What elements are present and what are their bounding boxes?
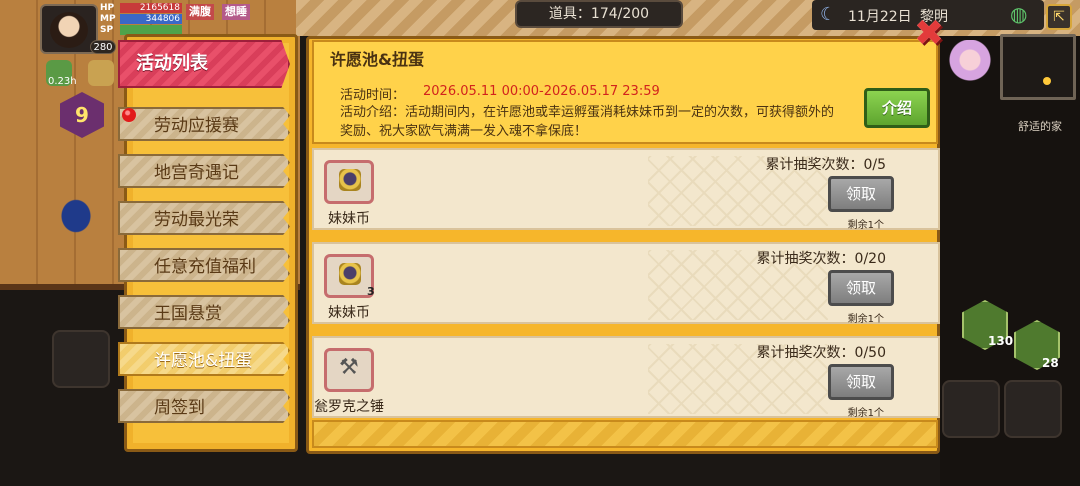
draw-progress: 累计抽奖次数：0/20 <box>756 251 886 267</box>
shield-buff-icon[interactable] <box>88 60 114 86</box>
date-label: 11月22日 <box>848 9 912 25</box>
event-description: 活动介绍：活动期间内，在许愿池或幸运孵蛋消耗妹妹币到一定的次数，可获得额外的奖励… <box>340 105 835 139</box>
exit-icon[interactable]: ⇱ <box>1046 4 1072 30</box>
reward-row: ⚒ 瓮罗克之锤 累计抽奖次数：0/50 领取 剩余1个 <box>312 336 940 419</box>
buff-cooldown: 0.23h <box>48 76 77 87</box>
mp-bar: MP 344806 <box>100 14 182 24</box>
tab-wishing-pool[interactable]: 许愿池&扭蛋 <box>118 342 290 376</box>
reward-item-slot[interactable]: ⚒ <box>324 348 374 392</box>
tab-labor-glory[interactable]: 劳动最光荣 <box>118 201 290 235</box>
event-title: 许愿池&扭蛋 <box>330 50 424 69</box>
claim-button[interactable]: 领取 <box>828 270 894 306</box>
player-marker-icon <box>1043 77 1051 85</box>
item-stack-count: 130 <box>988 334 1014 348</box>
beetle-pet-icon <box>58 196 94 236</box>
dpad-left-control[interactable] <box>52 330 110 388</box>
tab-recharge-bonus[interactable]: 任意充值福利 <box>118 248 290 282</box>
reward-item-name: 妹妹币 <box>328 211 370 227</box>
moon-icon: ☾ <box>820 4 837 25</box>
claim-button[interactable]: 领取 <box>828 176 894 212</box>
weapon-slot-sword[interactable] <box>942 380 1000 438</box>
network-icon[interactable]: ◍ <box>1010 2 1027 26</box>
reward-item-slot[interactable] <box>324 160 374 204</box>
event-time-label: 活动时间： <box>340 88 406 103</box>
claim-button[interactable]: 领取 <box>828 364 894 400</box>
item-quantity: 3 <box>367 285 375 298</box>
location-label: 舒适的家 <box>1018 120 1062 133</box>
intro-button[interactable]: 介绍 <box>864 88 930 128</box>
panel-footer <box>312 420 938 448</box>
notification-dot-icon <box>122 108 136 122</box>
hero-level-badge: 280 <box>90 40 116 54</box>
reward-item-name: 瓮罗克之锤 <box>314 399 384 415</box>
reward-row: 3 妹妹币 累计抽奖次数：0/20 领取 剩余1个 <box>312 242 940 325</box>
draw-progress: 累计抽奖次数：0/5 <box>765 157 886 173</box>
coin-icon <box>339 169 361 191</box>
close-icon[interactable]: ✖ <box>912 16 946 52</box>
event-time-value: 2026.05.11 00:00-2026.05.17 23:59 <box>423 84 660 99</box>
tab-kingdom-bounty[interactable]: 王国悬赏 <box>118 295 290 329</box>
remaining-count: 剩余1个 <box>847 408 884 419</box>
hammer-icon: ⚒ <box>339 355 359 380</box>
status-sleepy-tag: 想睡 <box>222 4 250 20</box>
item-capacity: 道具：174/200 <box>515 0 683 28</box>
bag-stack-count: 28 <box>1042 356 1059 370</box>
status-full-tag: 满腹 <box>186 4 214 20</box>
hero-face-icon <box>50 12 88 48</box>
draw-progress: 累计抽奖次数：0/50 <box>756 345 886 361</box>
coin-icon <box>339 263 361 285</box>
npc-girl-icon[interactable] <box>948 40 992 90</box>
remaining-count: 剩余1个 <box>847 314 884 325</box>
minimap[interactable] <box>1000 34 1076 100</box>
tab-dungeon-adventure[interactable]: 地宫奇遇记 <box>118 154 290 188</box>
reward-item-name: 妹妹币 <box>328 305 370 321</box>
weapon-slot-bow[interactable] <box>1004 380 1062 438</box>
tab-labor-cheer[interactable]: 劳动应援赛 <box>118 107 290 141</box>
activity-list-header: 活动列表 <box>118 40 290 88</box>
tab-weekly-signin[interactable]: 周签到 <box>118 389 290 423</box>
reward-item-slot[interactable]: 3 <box>324 254 375 298</box>
remaining-count: 剩余1个 <box>847 220 884 231</box>
reward-list: 妹妹币 累计抽奖次数：0/5 领取 剩余1个 3 妹妹币 累计抽奖次数：0/20… <box>312 148 940 419</box>
reward-row: 妹妹币 累计抽奖次数：0/5 领取 剩余1个 <box>312 148 940 231</box>
hp-bar: HP 2165618 <box>100 3 182 13</box>
